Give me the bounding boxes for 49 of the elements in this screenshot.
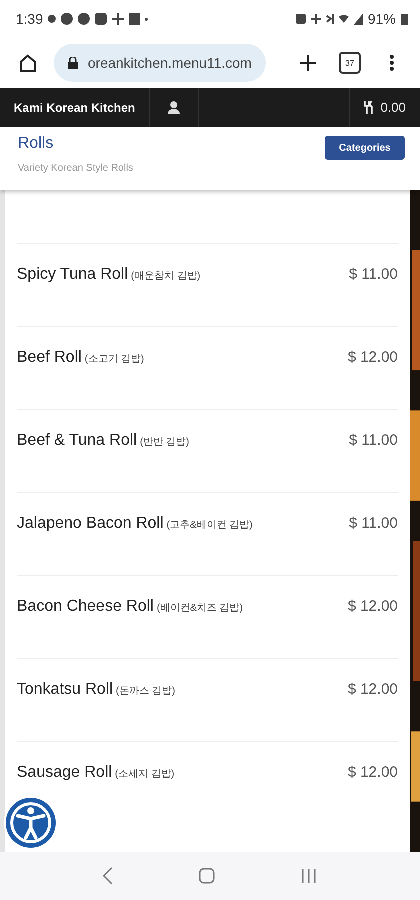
item-name: Bacon Cheese Roll	[17, 598, 154, 616]
item-price: $ 11.00	[349, 515, 398, 532]
signal-icon	[354, 14, 363, 24]
menu-item-row[interactable]: Beef Roll (소고기 김밥) $ 12.00	[17, 326, 398, 409]
wifi-icon	[338, 15, 349, 23]
category-subtitle: Variety Korean Style Rolls	[18, 163, 134, 174]
back-button[interactable]	[103, 867, 113, 885]
item-price: $ 11.00	[349, 432, 398, 449]
battery-icon	[401, 13, 408, 25]
status-time: 1:39	[16, 11, 44, 27]
item-korean-name: (소고기 김밥)	[84, 353, 144, 366]
home-icon	[18, 53, 38, 73]
item-name: Sausage Roll	[17, 764, 112, 782]
recent-apps-button[interactable]	[301, 868, 317, 884]
menu-item-row[interactable]: Jalapeno Bacon Roll (고추&베이컨 김밥) $ 11.00	[17, 492, 398, 575]
item-korean-name: (고추&베이컨 김밥)	[166, 519, 253, 532]
more-icon	[389, 54, 395, 72]
item-korean-name: (베이컨&치즈 김밥)	[156, 602, 244, 615]
cart-button[interactable]: 0.00	[348, 88, 420, 127]
address-bar[interactable]: oreankitchen.menu11.com	[54, 44, 266, 82]
home-nav-button[interactable]	[199, 868, 215, 884]
item-name: Jalapeno Bacon Roll	[17, 515, 164, 533]
menu-item-row[interactable]: Beef & Tuna Roll (반반 김밥) $ 11.00	[17, 409, 398, 492]
plus-icon	[299, 54, 317, 72]
menu-item-row[interactable]: Bacon Cheese Roll (베이컨&치즈 김밥) $ 12.00	[17, 575, 398, 658]
item-price: $ 11.00	[349, 266, 398, 283]
item-price: $ 12.00	[348, 681, 398, 698]
item-price: $ 12.00	[348, 598, 398, 615]
item-name: Beef Roll	[17, 349, 82, 367]
item-price: $ 12.00	[348, 349, 398, 366]
categories-button[interactable]: Categories	[325, 136, 405, 160]
item-korean-name: (돈까스 김밥)	[116, 685, 176, 698]
tab-switcher-button[interactable]: 37	[334, 47, 366, 79]
item-name: Beef & Tuna Roll	[17, 432, 138, 450]
site-brand[interactable]: Kami Korean Kitchen	[14, 100, 136, 114]
item-price: $ 12.00	[348, 764, 398, 781]
category-title: Rolls	[18, 135, 55, 153]
item-name: Spicy Tuna Roll	[17, 266, 128, 284]
menu-item-row[interactable]: Spicy Tuna Roll (매운참치 김밥) $ 11.00	[17, 243, 398, 326]
user-icon[interactable]	[168, 101, 180, 114]
menu-item-row[interactable]: Tonkatsu Roll (돈까스 김밥) $ 12.00	[17, 658, 398, 741]
dot-icon	[145, 18, 148, 20]
item-name: Tonkatsu Roll	[17, 681, 114, 699]
utensils-icon	[364, 101, 375, 114]
item-korean-name: (반반 김밥)	[140, 436, 190, 449]
lock-icon	[68, 57, 78, 69]
battery-percent: 91%	[368, 11, 396, 27]
item-korean-name: (소세지 김밥)	[115, 768, 175, 781]
item-korean-name: (매운참치 김밥)	[131, 270, 201, 283]
